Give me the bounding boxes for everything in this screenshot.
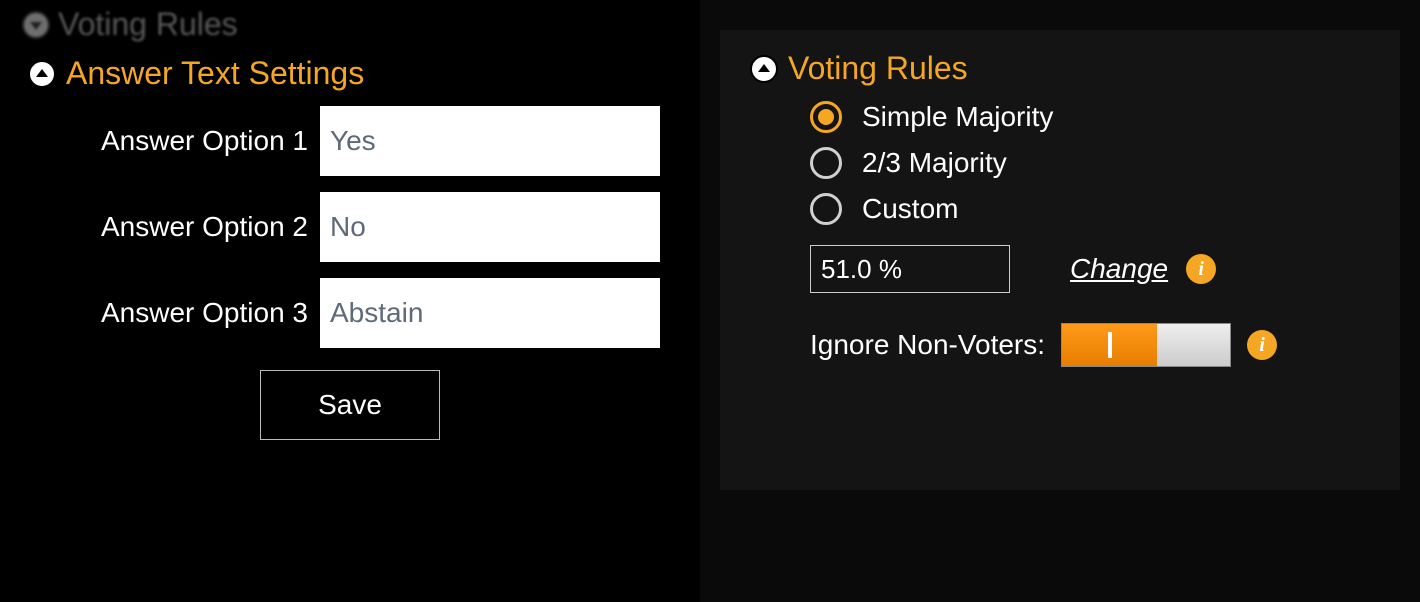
answer-text-settings-header: Answer Text Settings	[0, 49, 700, 98]
answer-option-2-row: Answer Option 2	[0, 184, 700, 270]
answer-option-3-label: Answer Option 3	[40, 297, 308, 329]
change-link[interactable]: Change	[1070, 253, 1168, 285]
info-icon[interactable]: i	[1247, 330, 1277, 360]
radio-selected-icon	[818, 109, 834, 125]
right-panel: Voting Rules Simple Majority 2/3 Majorit…	[720, 30, 1400, 490]
answer-option-3-row: Answer Option 3	[0, 270, 700, 356]
section-title: Answer Text Settings	[66, 55, 364, 92]
radio-two-thirds-label: 2/3 Majority	[862, 147, 1007, 179]
radio-custom-row[interactable]: Custom	[810, 193, 1380, 225]
save-row: Save	[0, 356, 700, 440]
ignore-non-voters-row: Ignore Non-Voters: i	[810, 323, 1380, 367]
collapsed-section-title: Voting Rules	[58, 6, 238, 43]
radio-two-thirds[interactable]	[810, 147, 842, 179]
answer-option-1-row: Answer Option 1	[0, 98, 700, 184]
collapse-voting-rules-button[interactable]	[750, 55, 778, 83]
chevron-down-icon	[30, 22, 42, 30]
expand-voting-rules-button[interactable]	[22, 11, 50, 39]
answer-option-1-input[interactable]	[320, 106, 660, 176]
toggle-on-side	[1062, 324, 1157, 366]
radio-two-thirds-row[interactable]: 2/3 Majority	[810, 147, 1380, 179]
radio-custom[interactable]	[810, 193, 842, 225]
info-icon[interactable]: i	[1186, 254, 1216, 284]
collapsed-voting-rules-row: Voting Rules	[0, 0, 700, 49]
radio-custom-label: Custom	[862, 193, 958, 225]
percent-value-box[interactable]: 51.0 %	[810, 245, 1010, 293]
answer-option-1-label: Answer Option 1	[40, 125, 308, 157]
toggle-off-side	[1157, 324, 1230, 366]
radio-simple-majority-row[interactable]: Simple Majority	[810, 101, 1380, 133]
toggle-handle-icon	[1108, 332, 1112, 358]
voting-rules-title: Voting Rules	[788, 50, 968, 87]
left-panel: Voting Rules Answer Text Settings Answer…	[0, 0, 700, 602]
chevron-up-icon	[36, 69, 48, 77]
voting-rules-header: Voting Rules	[750, 50, 1380, 87]
answer-option-2-input[interactable]	[320, 192, 660, 262]
chevron-up-icon	[758, 64, 770, 72]
answer-option-3-input[interactable]	[320, 278, 660, 348]
radio-simple-majority-label: Simple Majority	[862, 101, 1053, 133]
ignore-non-voters-toggle[interactable]	[1061, 323, 1231, 367]
ignore-non-voters-label: Ignore Non-Voters:	[810, 329, 1045, 361]
radio-simple-majority[interactable]	[810, 101, 842, 133]
collapse-answer-settings-button[interactable]	[28, 60, 56, 88]
percent-row: 51.0 % Change i	[810, 245, 1380, 293]
save-button[interactable]: Save	[260, 370, 440, 440]
answer-option-2-label: Answer Option 2	[40, 211, 308, 243]
